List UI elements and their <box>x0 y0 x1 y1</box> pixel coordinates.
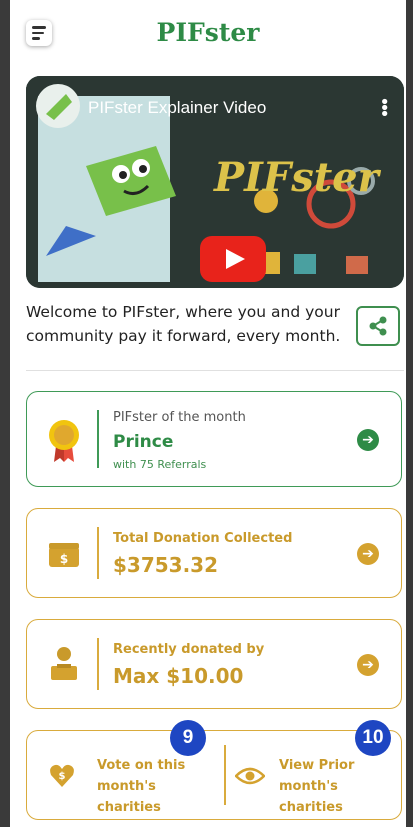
divider <box>26 370 404 371</box>
svg-text:$: $ <box>60 552 68 566</box>
arrow-right-icon[interactable]: ➔ <box>357 543 379 565</box>
welcome-text: Welcome to PIFster, where you and your c… <box>26 303 341 345</box>
channel-avatar[interactable] <box>36 84 80 128</box>
pifster-of-month-card[interactable]: PIFster of the month Prince with 75 Refe… <box>26 391 402 487</box>
pifster-month-label: PIFster of the month <box>113 410 246 425</box>
pifster-month-name: Prince <box>113 432 174 452</box>
home-screen: PIFster PIFster Explainer Video • • • PIFs <box>10 0 406 827</box>
video-overlay-text: PIFster <box>214 154 379 201</box>
hand-coin-icon <box>51 647 77 680</box>
video-title[interactable]: PIFster Explainer Video <box>88 98 266 118</box>
medal-icon <box>49 420 79 462</box>
vote-line-1: Vote on this <box>97 758 186 773</box>
recent-donation-label: Recently donated by <box>113 642 265 657</box>
pifster-logo-icon <box>46 94 72 120</box>
svg-text:$: $ <box>59 771 66 782</box>
charities-actions-card: $ Vote on this month's charities View Pr… <box>26 730 402 820</box>
window-frame-left <box>0 0 10 827</box>
app-title: PIFster <box>156 18 260 47</box>
heart-dollar-icon: $ <box>50 764 74 787</box>
play-button[interactable] <box>200 236 266 282</box>
view-prior-line-1: View Prior <box>279 758 355 773</box>
arrow-right-icon[interactable]: ➔ <box>357 429 379 451</box>
step-badge-9: 9 <box>170 720 206 756</box>
kebab-icon[interactable]: • • • <box>379 94 390 124</box>
step-badge-10: 10 <box>355 720 391 756</box>
arrow-right-icon[interactable]: ➔ <box>357 654 379 676</box>
window-frame-right <box>406 0 413 827</box>
share-icon <box>369 316 387 336</box>
vote-line-2: month's charities <box>97 779 161 815</box>
donation-box-icon: $ <box>49 543 79 567</box>
total-donation-value: $3753.32 <box>113 553 219 577</box>
pifster-month-referrals: with 75 Referrals <box>113 458 207 471</box>
recent-donation-card[interactable]: Recently donated by Max $10.00 ➔ <box>26 619 402 709</box>
eye-icon <box>235 767 265 785</box>
app-header: PIFster <box>10 0 406 64</box>
share-button[interactable] <box>356 306 400 346</box>
total-donation-card[interactable]: $ Total Donation Collected $3753.32 ➔ <box>26 508 402 598</box>
recent-donation-value: Max $10.00 <box>113 664 244 688</box>
explainer-video[interactable]: PIFster Explainer Video • • • PIFster <box>26 76 404 288</box>
total-donation-label: Total Donation Collected <box>113 531 293 546</box>
view-prior-line-2: month's charities <box>279 779 343 815</box>
